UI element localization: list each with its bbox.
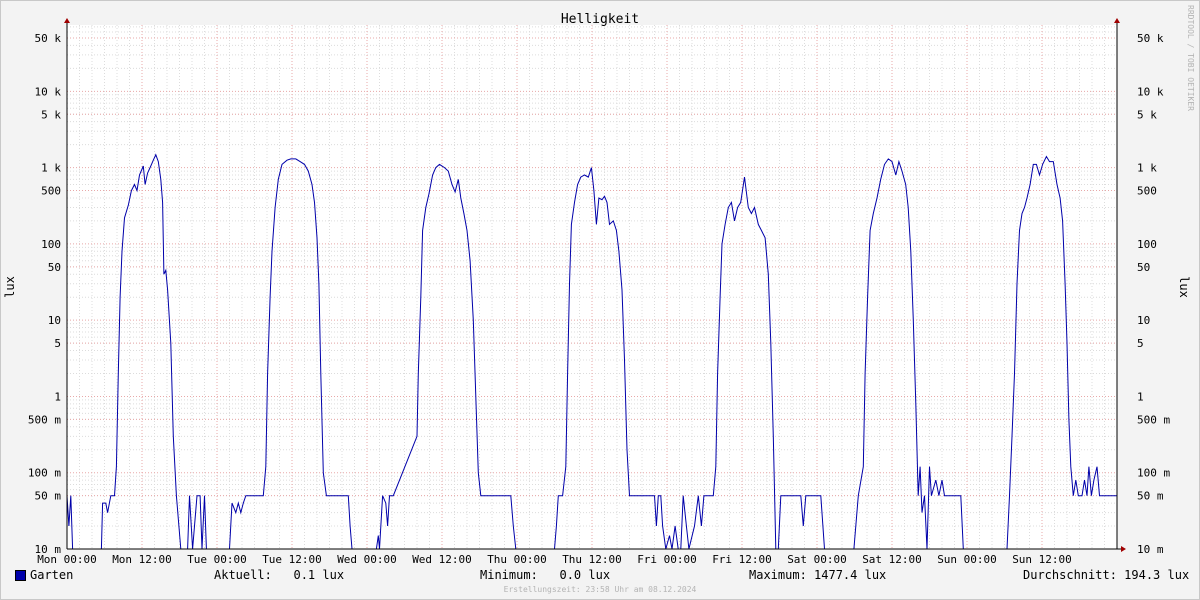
y-tick-label-left: 5 k	[41, 108, 61, 121]
legend-avg-label: Durchschnitt:	[1023, 568, 1117, 582]
legend-maximum: Maximum: 1477.4 lux	[749, 568, 886, 582]
y-tick-label-right: 1	[1137, 390, 1144, 403]
legend-average: Durchschnitt: 194.3 lux	[1023, 568, 1189, 582]
y-tick-label-right: 5 k	[1137, 108, 1157, 121]
x-tick-label: Mon 00:00	[37, 553, 97, 566]
legend-minimum: Minimum: 0.0 lux	[480, 568, 610, 582]
y-tick-label-left: 500	[41, 185, 61, 198]
legend-current: Aktuell: 0.1 lux	[214, 568, 344, 582]
chart-title: Helligkeit	[561, 12, 639, 27]
y-tick-label-left: 10	[48, 314, 61, 327]
chart-canvas: 50 k 50 k 10 k 10 k 5 k 5 k 1 k 1 k 500 500 100 100…	[3, 5, 1195, 566]
legend-min-label: Minimum:	[480, 568, 538, 582]
y-axis-arrow-right	[1114, 18, 1120, 23]
y-tick-label-right: 1 k	[1137, 162, 1157, 175]
legend-avg-value: 194.3 lux	[1124, 568, 1190, 582]
x-tick-label: Wed 00:00	[337, 553, 397, 566]
x-tick-label: Fri 12:00	[712, 553, 772, 566]
x-tick-label: Fri 00:00	[637, 553, 697, 566]
legend-current-label: Aktuell:	[214, 568, 272, 582]
y-tick-label-right: 50 k	[1137, 32, 1164, 45]
y-tick-label-right: 10 k	[1137, 85, 1164, 98]
legend-series-name: Garten	[30, 568, 74, 582]
legend-current-value: 0.1 lux	[293, 568, 345, 582]
legend-max-label: Maximum:	[749, 568, 807, 582]
y-tick-label-right: 100 m	[1137, 467, 1170, 480]
y-tick-label-right: 10 m	[1137, 543, 1164, 556]
footer-timestamp: Erstellungszeit: 23:58 Uhr am 08.12.2024	[503, 585, 697, 594]
y-axis-label-left: lux	[3, 276, 17, 298]
x-axis-arrow	[1121, 546, 1126, 552]
y-tick-label-left: 100	[41, 238, 61, 251]
legend-swatch-garten	[15, 570, 26, 581]
legend-min-value: 0.0 lux	[559, 568, 611, 582]
y-tick-label-right: 100	[1137, 238, 1157, 251]
x-tick-label: Thu 12:00	[562, 553, 622, 566]
x-tick-label: Sun 00:00	[937, 553, 997, 566]
x-tick-label: Sun 12:00	[1012, 553, 1072, 566]
y-tick-label-left: 500 m	[28, 413, 61, 426]
y-tick-label-right: 5	[1137, 337, 1144, 350]
x-tick-label: Mon 12:00	[112, 553, 172, 566]
y-tick-label-right: 500 m	[1137, 413, 1170, 426]
x-tick-label: Wed 12:00	[412, 553, 472, 566]
watermark: RRDTOOL / TOBI OETIKER	[1186, 5, 1195, 111]
x-tick-labels: Mon 00:00 Mon 12:00 Tue 00:00 Tue 12:00 Wed …	[37, 553, 1072, 566]
x-tick-label: Tue 12:00	[262, 553, 322, 566]
y-tick-label-left: 50 k	[35, 32, 62, 45]
y-tick-label-left: 100 m	[28, 467, 61, 480]
x-tick-label: Sat 00:00	[787, 553, 847, 566]
y-tick-label-right: 500	[1137, 185, 1157, 198]
y-tick-label-left: 5	[54, 337, 61, 350]
y-tick-label-right: 50	[1137, 261, 1150, 274]
y-tick-label-left: 50 m	[35, 490, 62, 503]
y-tick-label-left: 50	[48, 261, 61, 274]
y-tick-label-left: 1	[54, 390, 61, 403]
y-tick-label-right: 10	[1137, 314, 1150, 327]
y-tick-label-left: 10 k	[35, 85, 62, 98]
x-tick-label: Tue 00:00	[187, 553, 247, 566]
y-axis-label-right: lux	[1177, 276, 1191, 298]
y-tick-label-right: 50 m	[1137, 490, 1164, 503]
x-tick-label: Thu 00:00	[487, 553, 547, 566]
x-tick-label: Sat 12:00	[862, 553, 922, 566]
y-tick-label-left: 1 k	[41, 162, 61, 175]
legend-max-value: 1477.4 lux	[814, 568, 887, 582]
y-axis-arrow-left	[64, 18, 70, 23]
